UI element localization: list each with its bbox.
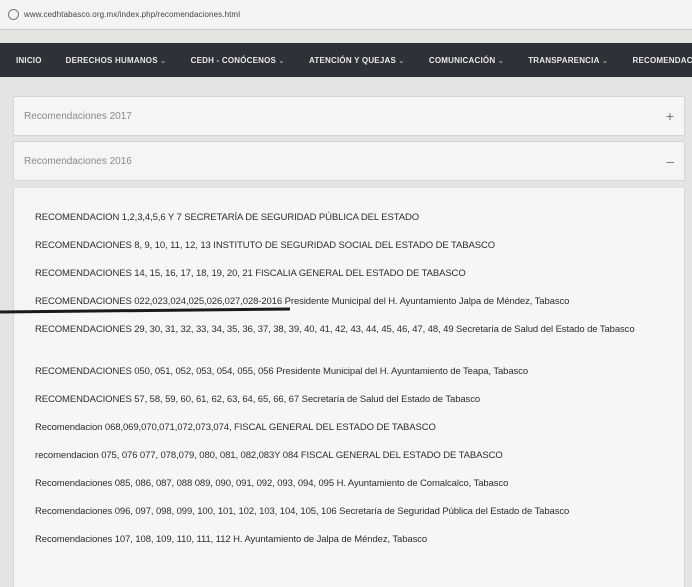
nav-item-label: CEDH - CONÓCENOS bbox=[190, 55, 277, 65]
accordion-section-2016[interactable]: Recomendaciones 2016 – bbox=[13, 141, 685, 181]
recommendation-link[interactable]: RECOMENDACIONES 8, 9, 10, 11, 12, 13 INS… bbox=[35, 240, 495, 251]
chevron-down-icon: ⌄ bbox=[398, 55, 405, 65]
nav-item-conocenos[interactable]: CEDH - CONÓCENOS ⌄ bbox=[191, 56, 285, 65]
plus-icon[interactable]: + bbox=[666, 108, 674, 124]
recommendation-link[interactable]: RECOMENDACIONES 022,023,024,025,026,027,… bbox=[35, 296, 569, 307]
recommendation-link[interactable]: Recomendacion 068,069,070,071,072,073,07… bbox=[35, 422, 436, 433]
nav-item-comunicacion[interactable]: COMUNICACIÓN ⌄ bbox=[429, 56, 504, 65]
accordion-title: Recomendaciones 2016 bbox=[24, 155, 132, 167]
minus-icon[interactable]: – bbox=[666, 153, 674, 169]
recommendation-link[interactable]: RECOMENDACIONES 57, 58, 59, 60, 61, 62, … bbox=[35, 394, 480, 405]
chevron-down-icon: ⌄ bbox=[278, 55, 286, 65]
recommendation-link[interactable]: RECOMENDACIONES 29, 30, 31, 32, 33, 34, … bbox=[35, 324, 680, 336]
recommendation-link[interactable]: Recomendaciones 085, 086, 087, 088 089, … bbox=[35, 478, 508, 489]
recommendation-link[interactable]: Recomendaciones 107, 108, 109, 110, 111,… bbox=[35, 534, 427, 545]
nav-item-inicio[interactable]: INICIO bbox=[16, 56, 42, 65]
nav-item-recomendaciones[interactable]: RECOMENDACIONES bbox=[632, 56, 692, 65]
accordion-title: Recomendaciones 2017 bbox=[24, 110, 132, 122]
accordion-section-2017[interactable]: Recomendaciones 2017 + bbox=[13, 96, 685, 136]
chevron-down-icon: ⌄ bbox=[601, 55, 609, 65]
nav-item-label: COMUNICACIÓN bbox=[428, 55, 496, 65]
globe-icon bbox=[8, 9, 19, 20]
nav-item-transparencia[interactable]: TRANSPARENCIA ⌄ bbox=[528, 56, 608, 65]
url-text[interactable]: www.cedhtabasco.org.mx/index.php/recomen… bbox=[24, 10, 240, 19]
main-nav: INICIO DERECHOS HUMANOS ⌄ CEDH - CONÓCENO… bbox=[0, 43, 692, 77]
nav-item-atencion-quejas[interactable]: ATENCIÓN Y QUEJAS ⌄ bbox=[309, 56, 405, 65]
nav-item-derechos-humanos[interactable]: DERECHOS HUMANOS ⌄ bbox=[66, 56, 167, 65]
nav-item-label: ATENCIÓN Y QUEJAS bbox=[309, 55, 396, 65]
browser-address-bar[interactable]: www.cedhtabasco.org.mx/index.php/recomen… bbox=[0, 0, 692, 30]
recommendation-link[interactable]: recomendacion 075, 076 077, 078,079, 080… bbox=[35, 450, 503, 461]
recommendation-link[interactable]: RECOMENDACIONES 14, 15, 16, 17, 18, 19, … bbox=[35, 268, 466, 279]
chevron-down-icon: ⌄ bbox=[497, 55, 505, 65]
chevron-down-icon: ⌄ bbox=[159, 55, 167, 65]
recommendation-link[interactable]: RECOMENDACION 1,2,3,4,5,6 Y 7 SECRETARÍA… bbox=[35, 212, 419, 223]
recommendation-link[interactable]: Recomendaciones 096, 097, 098, 099, 100,… bbox=[35, 506, 569, 517]
nav-item-label: INICIO bbox=[16, 55, 42, 65]
nav-item-label: DERECHOS HUMANOS bbox=[65, 55, 158, 65]
nav-item-label: TRANSPARENCIA bbox=[528, 55, 600, 65]
accordion-content-2016: RECOMENDACION 1,2,3,4,5,6 Y 7 SECRETARÍA… bbox=[13, 188, 685, 587]
nav-item-label: RECOMENDACIONES bbox=[632, 55, 692, 65]
recommendation-link[interactable]: RECOMENDACIONES 050, 051, 052, 053, 054,… bbox=[35, 366, 528, 377]
